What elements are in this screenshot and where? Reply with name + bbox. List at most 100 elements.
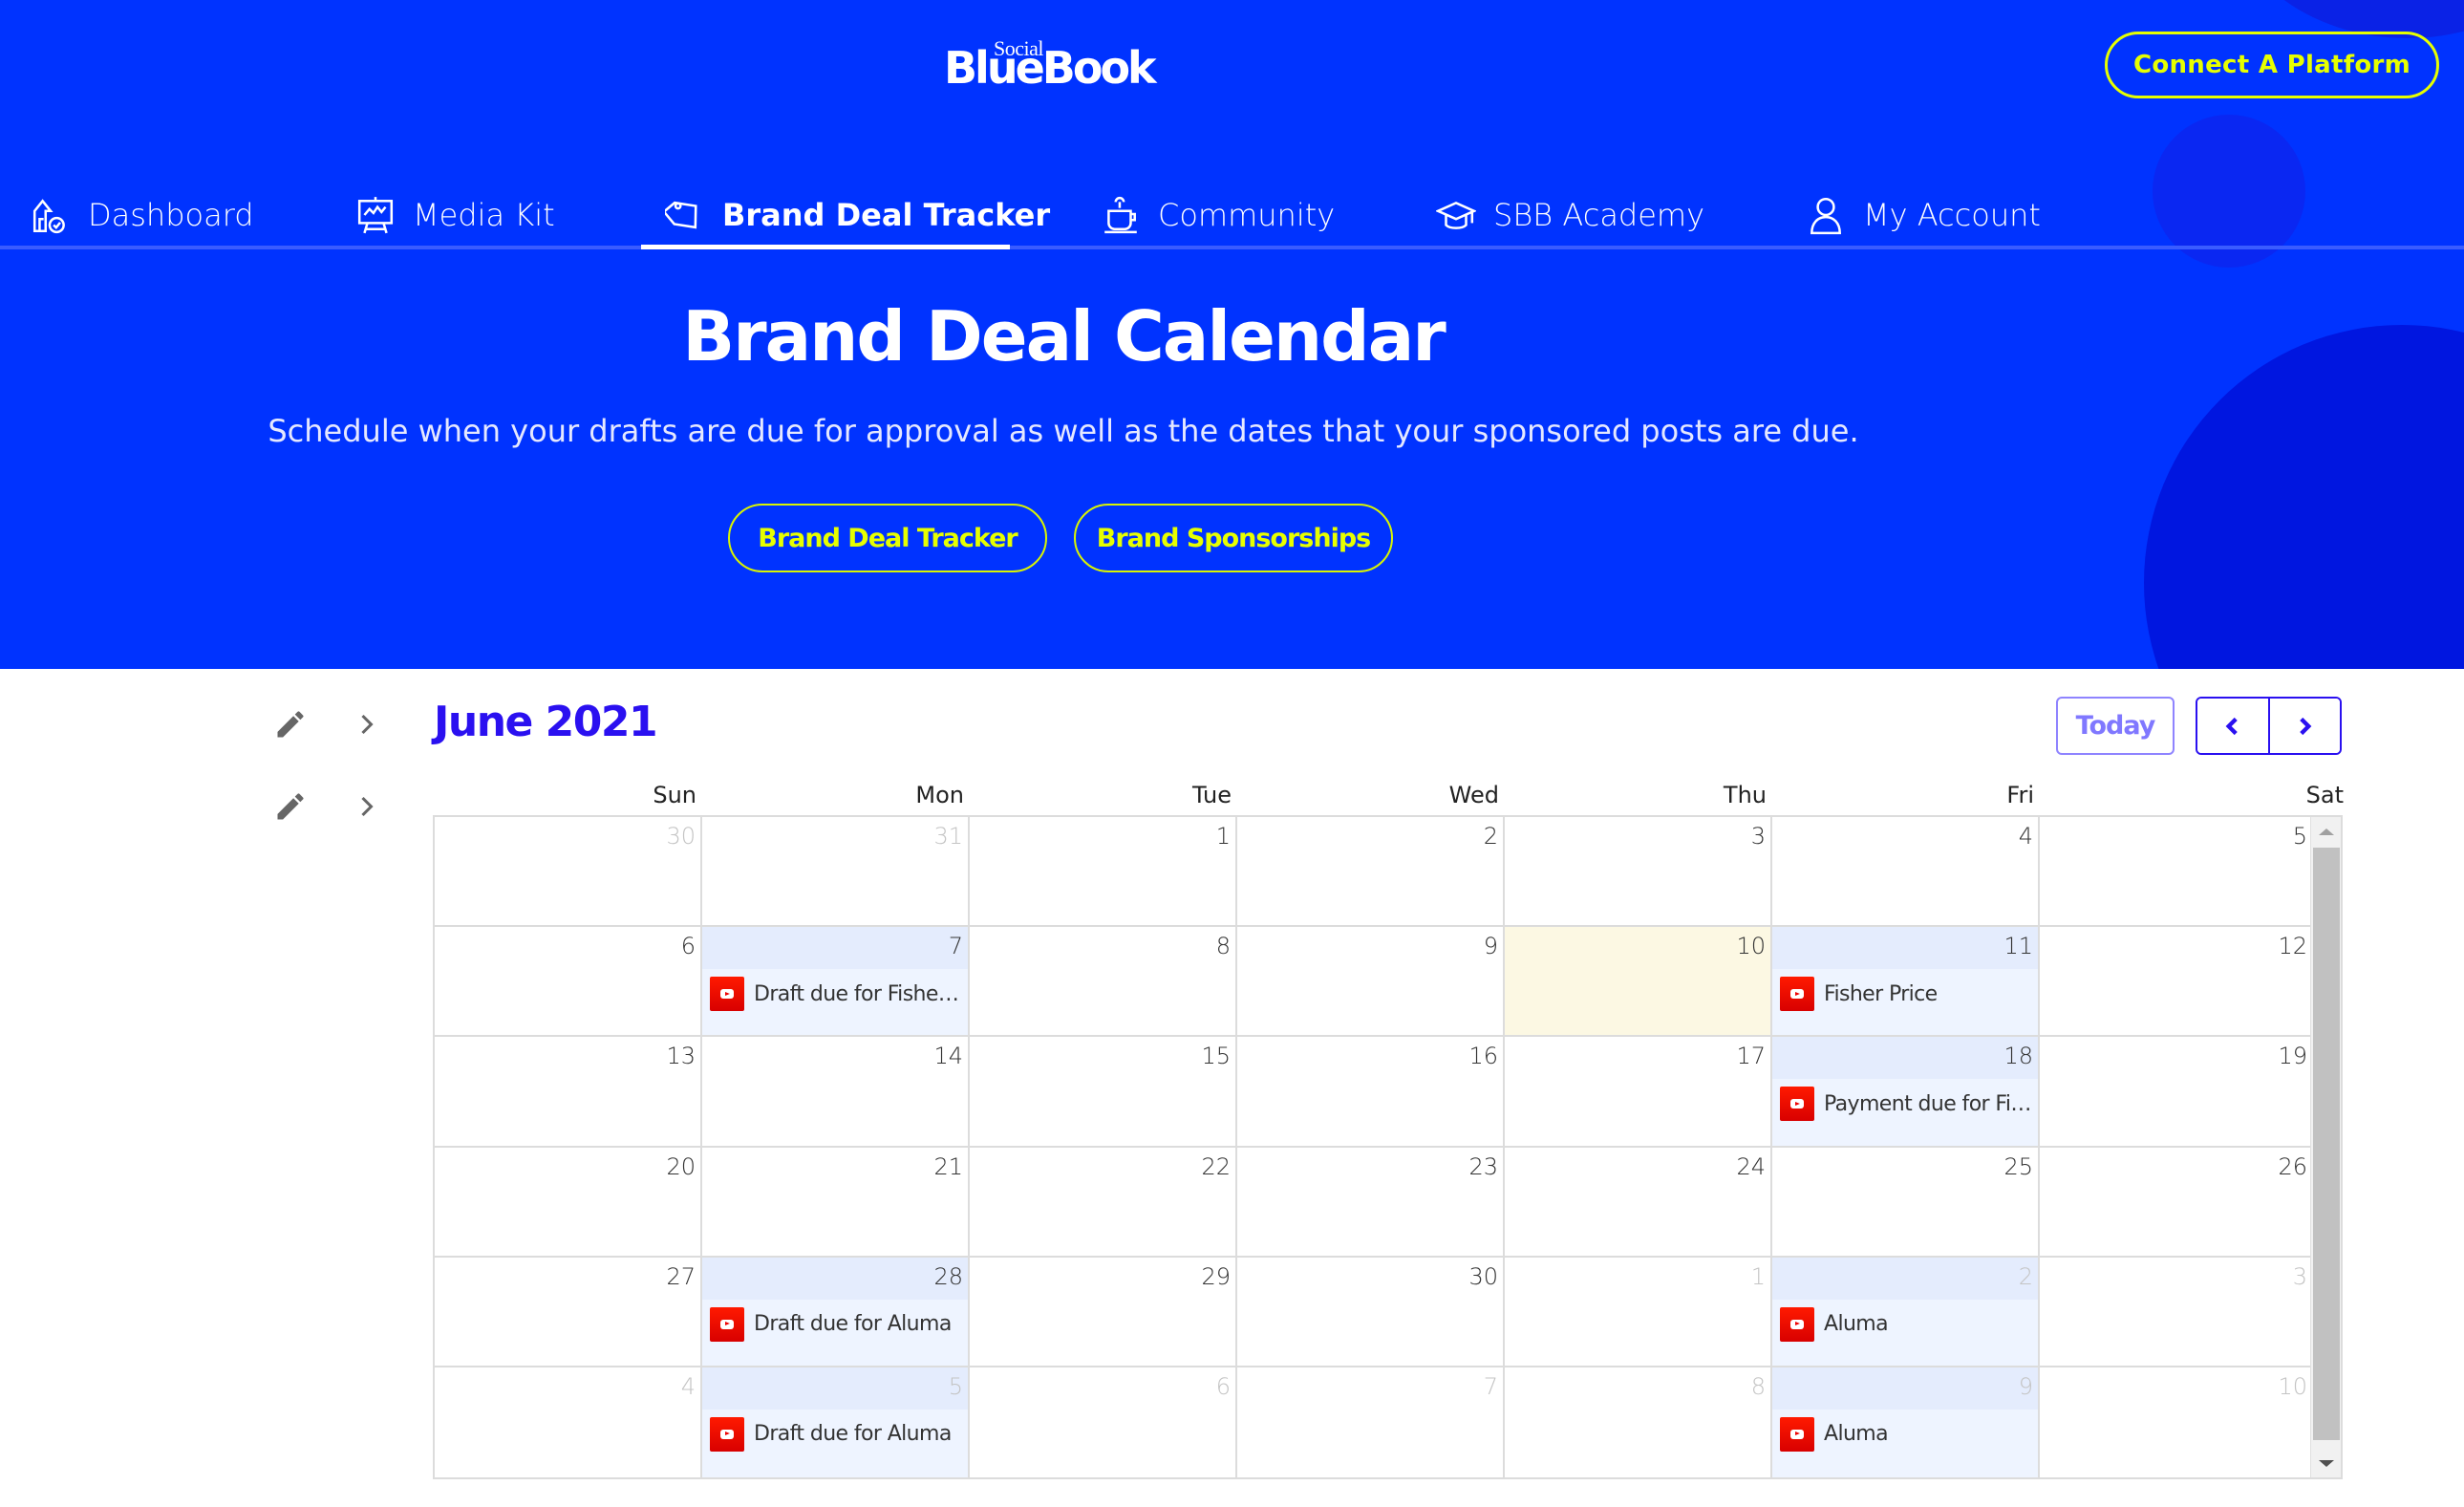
- pencil-icon[interactable]: [273, 789, 308, 824]
- day-number[interactable]: 1: [1216, 823, 1231, 850]
- scroll-down-arrow-icon[interactable]: [2311, 1449, 2342, 1477]
- day-number[interactable]: 2: [1484, 823, 1498, 850]
- day-number[interactable]: 18: [2003, 1043, 2033, 1069]
- day-number[interactable]: 13: [666, 1043, 696, 1069]
- calendar-event[interactable]: Fisher Price: [1780, 977, 2034, 1012]
- day-number[interactable]: 16: [1468, 1043, 1498, 1069]
- calendar-day-cell[interactable]: 5 Draft due for Aluma: [702, 1367, 970, 1478]
- calendar-day-cell[interactable]: 8: [970, 927, 1237, 1038]
- day-number[interactable]: 7: [1484, 1373, 1498, 1400]
- calendar-day-cell[interactable]: 23: [1237, 1147, 1505, 1258]
- calendar-day-cell[interactable]: 25: [1772, 1147, 2040, 1258]
- calendar-day-cell[interactable]: 29: [970, 1257, 1237, 1367]
- day-number[interactable]: 20: [666, 1153, 696, 1180]
- calendar-day-cell[interactable]: 14: [702, 1037, 970, 1148]
- day-number[interactable]: 28: [933, 1263, 963, 1290]
- calendar-event[interactable]: Draft due for Aluma: [710, 1416, 964, 1452]
- calendar-day-cell[interactable]: 2: [1237, 817, 1505, 928]
- day-number[interactable]: 23: [1468, 1153, 1498, 1180]
- calendar-day-cell[interactable]: 10: [2040, 1367, 2312, 1478]
- calendar-day-cell[interactable]: 7 Draft due for Fisher Price: [702, 927, 970, 1038]
- nav-item-dashboard[interactable]: Dashboard: [31, 191, 254, 239]
- calendar-day-cell[interactable]: 30: [1237, 1257, 1505, 1367]
- day-number[interactable]: 8: [1216, 933, 1231, 959]
- day-number[interactable]: 4: [2019, 823, 2033, 850]
- day-number[interactable]: 22: [1201, 1153, 1231, 1180]
- day-number[interactable]: 4: [681, 1373, 696, 1400]
- calendar-day-cell[interactable]: 13: [435, 1037, 702, 1148]
- calendar-day-cell[interactable]: 18 Payment due for Fisher Price: [1772, 1037, 2040, 1148]
- day-number[interactable]: 10: [2278, 1373, 2307, 1400]
- calendar-day-cell[interactable]: 27: [435, 1257, 702, 1367]
- calendar-day-cell[interactable]: 8: [1505, 1367, 1772, 1478]
- day-number[interactable]: 2: [2019, 1263, 2033, 1290]
- day-number[interactable]: 21: [933, 1153, 963, 1180]
- day-number[interactable]: 10: [1736, 933, 1766, 959]
- day-number[interactable]: 19: [2278, 1043, 2307, 1069]
- day-number[interactable]: 15: [1201, 1043, 1231, 1069]
- calendar-event[interactable]: Payment due for Fisher Price: [1780, 1087, 2034, 1122]
- day-number[interactable]: 29: [1201, 1263, 1231, 1290]
- pencil-icon[interactable]: [273, 707, 308, 742]
- calendar-day-cell[interactable]: 17: [1505, 1037, 1772, 1148]
- day-number[interactable]: 24: [1736, 1153, 1766, 1180]
- brand-deal-tracker-button[interactable]: Brand Deal Tracker: [728, 504, 1047, 572]
- calendar-event[interactable]: Aluma: [1780, 1416, 2034, 1452]
- day-number[interactable]: 25: [2003, 1153, 2033, 1180]
- calendar-event[interactable]: Aluma: [1780, 1306, 2034, 1342]
- day-number[interactable]: 5: [949, 1373, 963, 1400]
- calendar-event[interactable]: Draft due for Fisher Price: [710, 977, 964, 1012]
- day-number[interactable]: 3: [2293, 1263, 2307, 1290]
- calendar-day-cell[interactable]: 20: [435, 1147, 702, 1258]
- day-number[interactable]: 30: [666, 823, 696, 850]
- calendar-day-cell[interactable]: 9 Aluma: [1772, 1367, 2040, 1478]
- day-number[interactable]: 17: [1736, 1043, 1766, 1069]
- calendar-day-cell[interactable]: 1: [970, 817, 1237, 928]
- calendar-day-cell[interactable]: 12: [2040, 927, 2312, 1038]
- scrollbar-thumb[interactable]: [2313, 848, 2340, 1440]
- calendar-day-cell[interactable]: 19: [2040, 1037, 2312, 1148]
- brand-sponsorships-button[interactable]: Brand Sponsorships: [1074, 504, 1393, 572]
- day-number[interactable]: 27: [666, 1263, 696, 1290]
- calendar-day-cell[interactable]: 2 Aluma: [1772, 1257, 2040, 1367]
- day-number[interactable]: 31: [933, 823, 963, 850]
- day-number[interactable]: 26: [2278, 1153, 2307, 1180]
- calendar-day-cell[interactable]: 16: [1237, 1037, 1505, 1148]
- calendar-day-cell[interactable]: 28 Draft due for Aluma: [702, 1257, 970, 1367]
- calendar-day-cell[interactable]: 4: [435, 1367, 702, 1478]
- calendar-day-cell[interactable]: 31: [702, 817, 970, 928]
- today-button[interactable]: Today: [2056, 697, 2175, 755]
- calendar-day-cell[interactable]: 10: [1505, 927, 1772, 1038]
- day-number[interactable]: 12: [2278, 933, 2307, 959]
- calendar-day-cell[interactable]: 5: [2040, 817, 2312, 928]
- day-number[interactable]: 30: [1468, 1263, 1498, 1290]
- nav-item-sbb-academy[interactable]: SBB Academy: [1436, 191, 1704, 239]
- calendar-day-cell[interactable]: 6: [970, 1367, 1237, 1478]
- calendar-day-cell[interactable]: 3: [2040, 1257, 2312, 1367]
- chevron-right-icon[interactable]: [350, 707, 384, 742]
- calendar-day-cell[interactable]: 24: [1505, 1147, 1772, 1258]
- social-bluebook-logo[interactable]: Social BlueBook: [944, 36, 1183, 94]
- day-number[interactable]: 9: [1484, 933, 1498, 959]
- calendar-day-cell[interactable]: 26: [2040, 1147, 2312, 1258]
- day-number[interactable]: 14: [933, 1043, 963, 1069]
- day-number[interactable]: 7: [949, 933, 963, 959]
- day-number[interactable]: 9: [2019, 1373, 2033, 1400]
- calendar-day-cell[interactable]: 3: [1505, 817, 1772, 928]
- day-number[interactable]: 8: [1751, 1373, 1766, 1400]
- day-number[interactable]: 6: [681, 933, 696, 959]
- calendar-scrollbar[interactable]: [2310, 817, 2341, 1477]
- connect-platform-button[interactable]: Connect A Platform: [2105, 32, 2439, 98]
- day-number[interactable]: 6: [1216, 1373, 1231, 1400]
- calendar-day-cell[interactable]: 30: [435, 817, 702, 928]
- day-number[interactable]: 3: [1751, 823, 1766, 850]
- day-number[interactable]: 1: [1751, 1263, 1766, 1290]
- calendar-day-cell[interactable]: 21: [702, 1147, 970, 1258]
- day-number[interactable]: 5: [2293, 823, 2307, 850]
- calendar-event[interactable]: Draft due for Aluma: [710, 1306, 964, 1342]
- calendar-day-cell[interactable]: 15: [970, 1037, 1237, 1148]
- nav-item-my-account[interactable]: My Account: [1806, 191, 2041, 239]
- calendar-day-cell[interactable]: 11 Fisher Price: [1772, 927, 2040, 1038]
- calendar-day-cell[interactable]: 1: [1505, 1257, 1772, 1367]
- calendar-day-cell[interactable]: 4: [1772, 817, 2040, 928]
